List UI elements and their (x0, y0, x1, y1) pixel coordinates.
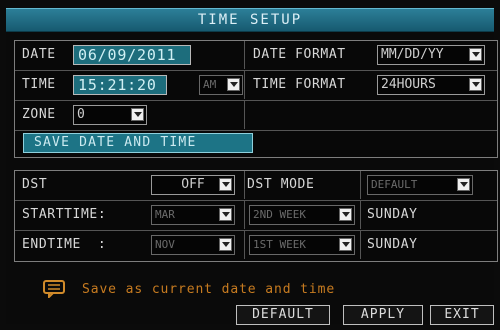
chevron-down-icon[interactable] (131, 108, 144, 121)
chevron-down-icon[interactable] (219, 178, 232, 191)
dst-panel: DST OFF DST MODE DEFAULT STARTTIME: MAR … (14, 170, 498, 262)
chevron-down-icon[interactable] (469, 78, 482, 91)
date-format-value: MM/DD/YY (381, 47, 444, 62)
endtime-label: ENDTIME : (22, 237, 107, 252)
window-title: TIME SETUP (6, 8, 494, 32)
dst-select[interactable]: OFF (151, 175, 235, 195)
dst-row: DST OFF DST MODE DEFAULT (15, 171, 497, 201)
date-format-label: DATE FORMAT (253, 47, 346, 62)
chevron-down-icon[interactable] (339, 208, 352, 221)
zone-label: ZONE (22, 107, 56, 122)
end-week-select[interactable]: 1ST WEEK (249, 235, 355, 255)
save-date-time-button[interactable]: SAVE DATE AND TIME (23, 133, 253, 153)
time-format-label: TIME FORMAT (253, 77, 346, 92)
zone-select[interactable]: 0 (73, 105, 147, 125)
date-input[interactable]: 06/09/2011 (73, 45, 191, 65)
apply-button[interactable]: APPLY (343, 305, 423, 325)
ampm-value: AM (203, 78, 217, 91)
chevron-down-icon[interactable] (339, 238, 352, 251)
ampm-select[interactable]: AM (199, 75, 243, 95)
time-row: TIME 15:21:20 AM TIME FORMAT 24HOURS (15, 71, 497, 101)
start-day-value: SUNDAY (367, 207, 418, 222)
zone-row: ZONE 0 (15, 101, 497, 131)
end-month-select[interactable]: NOV (151, 235, 235, 255)
dst-mode-label: DST MODE (247, 177, 315, 192)
start-month-value: MAR (155, 208, 175, 221)
endtime-row: ENDTIME : NOV 1ST WEEK SUNDAY (15, 231, 497, 260)
starttime-label: STARTTIME: (22, 207, 107, 222)
dst-value: OFF (181, 177, 205, 192)
time-input[interactable]: 15:21:20 (73, 75, 167, 95)
start-week-value: 2ND WEEK (253, 208, 306, 221)
dst-label: DST (22, 177, 48, 192)
dst-mode-select[interactable]: DEFAULT (367, 175, 473, 195)
date-format-select[interactable]: MM/DD/YY (377, 45, 485, 65)
status-message: Save as current date and time (82, 282, 336, 297)
time-label: TIME (22, 77, 56, 92)
exit-button[interactable]: EXIT (430, 305, 494, 325)
end-week-value: 1ST WEEK (253, 238, 306, 251)
time-format-select[interactable]: 24HOURS (377, 75, 485, 95)
dst-mode-value: DEFAULT (371, 178, 418, 191)
date-time-panel: DATE 06/09/2011 DATE FORMAT MM/DD/YY TIM… (14, 40, 498, 158)
chevron-down-icon[interactable] (227, 78, 240, 91)
chevron-down-icon[interactable] (219, 238, 232, 251)
chevron-down-icon[interactable] (457, 178, 470, 191)
date-label: DATE (22, 47, 56, 62)
zone-value: 0 (77, 107, 85, 122)
default-button[interactable]: DEFAULT (236, 305, 330, 325)
end-month-value: NOV (155, 238, 175, 251)
chevron-down-icon[interactable] (219, 208, 232, 221)
window-title-text: TIME SETUP (197, 12, 303, 28)
start-week-select[interactable]: 2ND WEEK (249, 205, 355, 225)
chevron-down-icon[interactable] (469, 48, 482, 61)
starttime-row: STARTTIME: MAR 2ND WEEK SUNDAY (15, 201, 497, 231)
time-format-value: 24HOURS (381, 77, 436, 92)
date-row: DATE 06/09/2011 DATE FORMAT MM/DD/YY (15, 41, 497, 71)
end-day-value: SUNDAY (367, 237, 418, 252)
start-month-select[interactable]: MAR (151, 205, 235, 225)
message-icon (43, 280, 65, 298)
